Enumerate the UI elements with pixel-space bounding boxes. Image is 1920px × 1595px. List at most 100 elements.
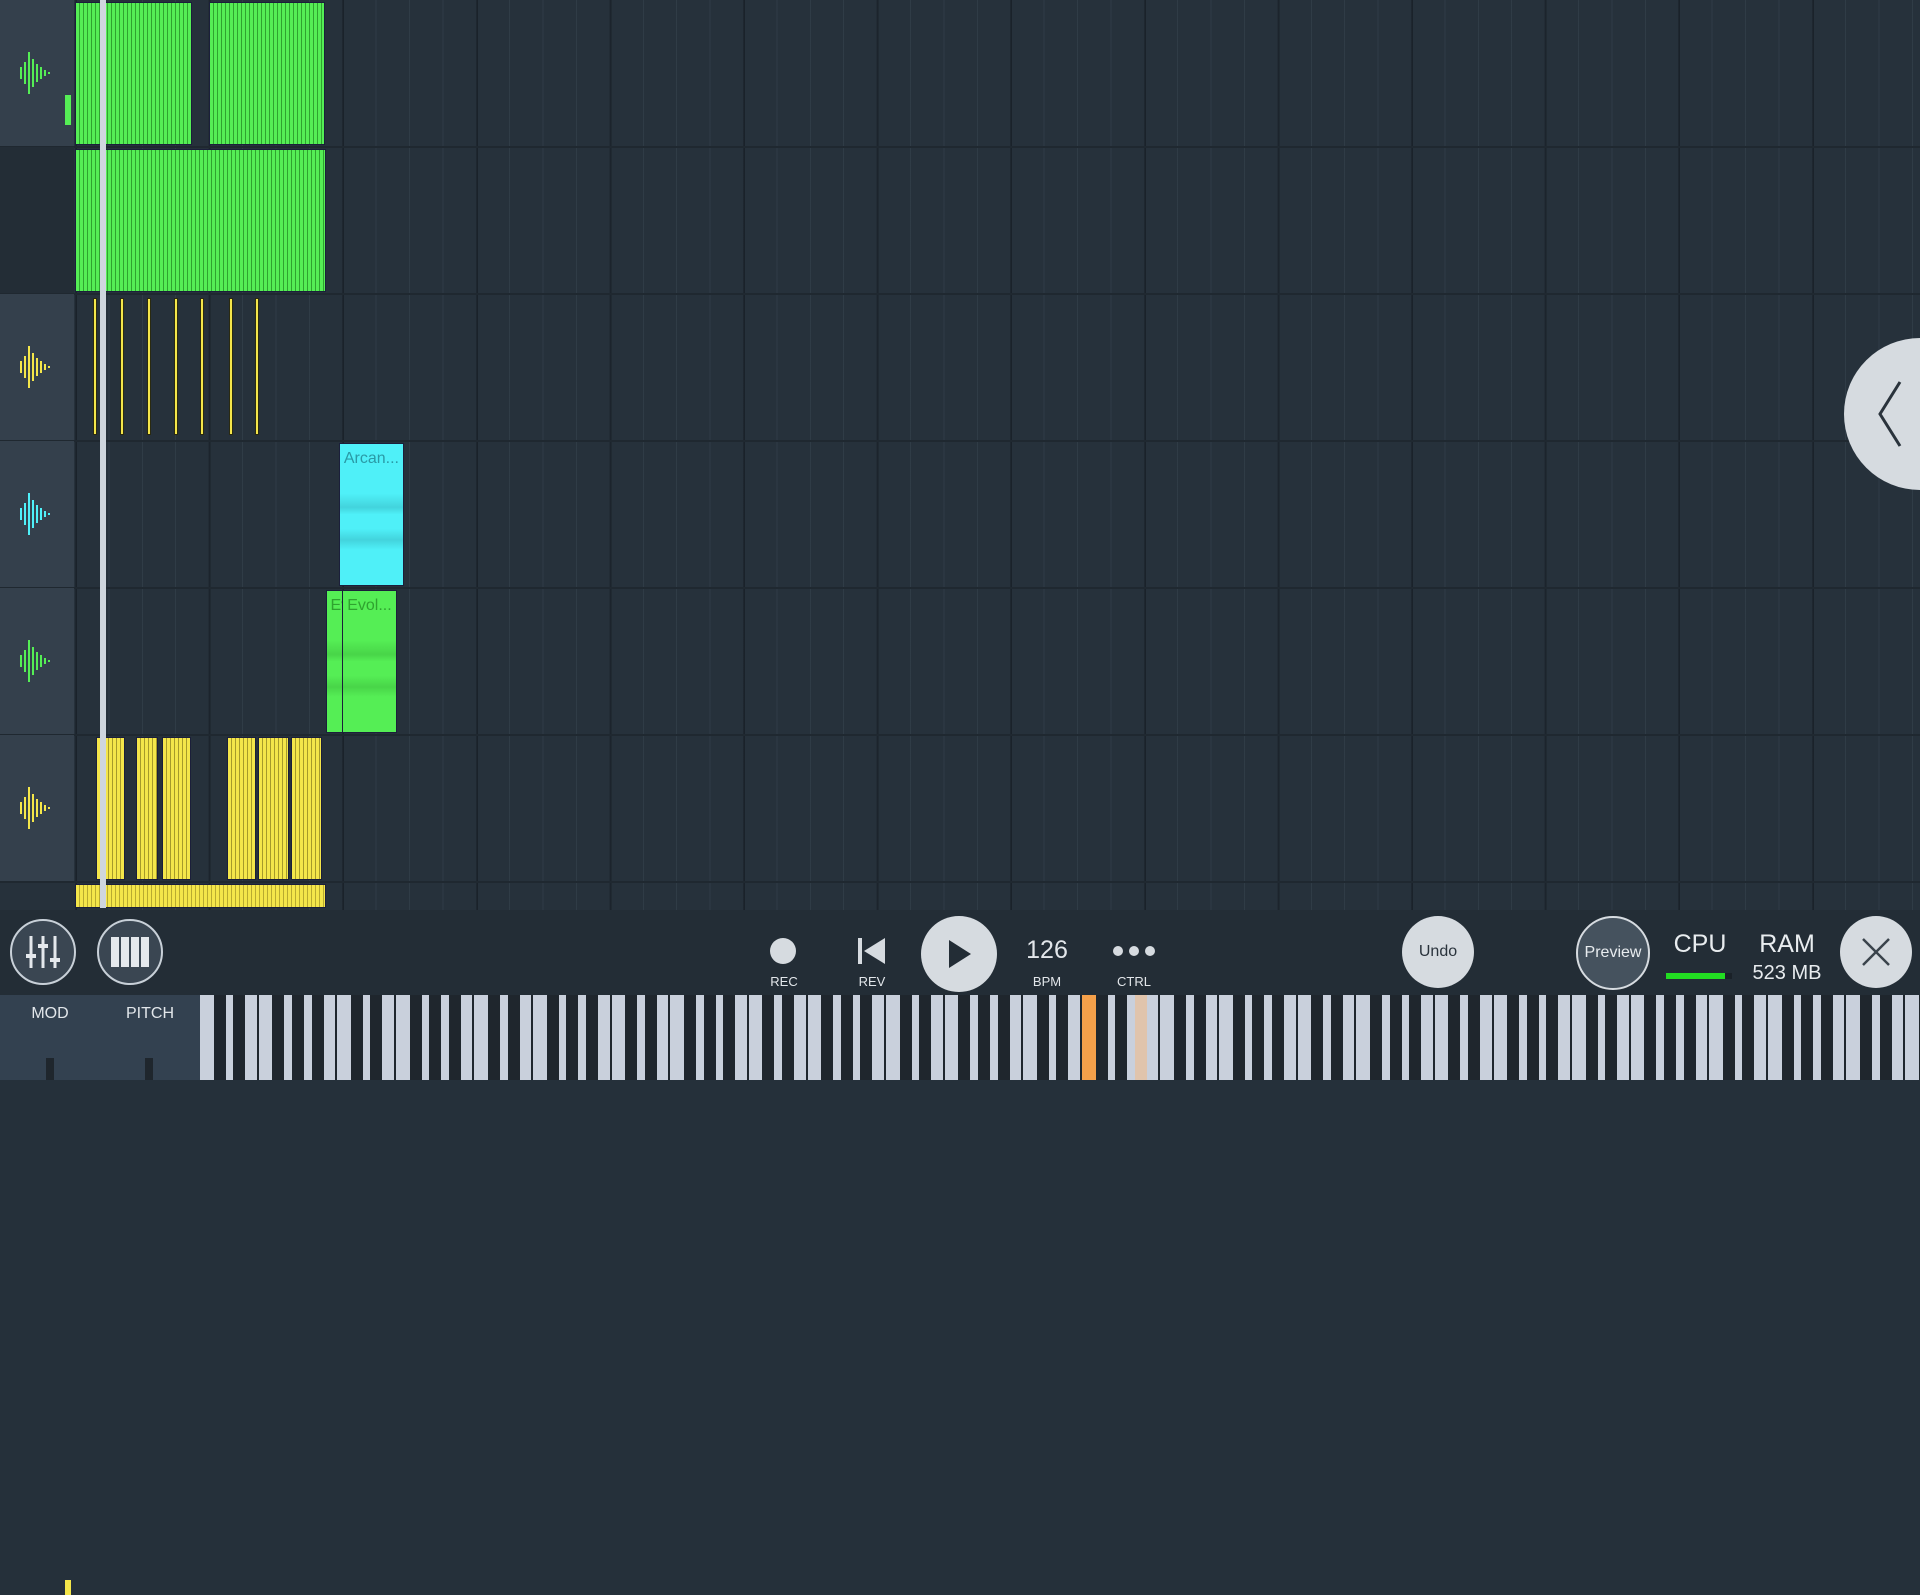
record-button[interactable] <box>770 938 796 964</box>
black-key[interactable] <box>978 995 990 1080</box>
black-key[interactable] <box>1095 995 1108 1080</box>
black-key[interactable] <box>762 995 775 1080</box>
black-key[interactable] <box>1546 995 1559 1080</box>
black-key[interactable] <box>409 995 422 1080</box>
black-key[interactable] <box>429 995 442 1080</box>
black-key[interactable] <box>1585 995 1598 1080</box>
playlist-clip[interactable] <box>291 737 323 880</box>
black-key[interactable] <box>1683 995 1696 1080</box>
black-key[interactable] <box>821 995 834 1080</box>
black-key[interactable] <box>919 995 932 1080</box>
black-key[interactable] <box>1860 995 1872 1080</box>
black-key[interactable] <box>860 995 873 1080</box>
playlist-clip[interactable] <box>208 2 326 145</box>
black-key[interactable] <box>586 995 598 1080</box>
black-key[interactable] <box>1507 995 1520 1080</box>
black-key[interactable] <box>1056 995 1069 1080</box>
track-header[interactable] <box>0 441 74 588</box>
piano-keys[interactable] <box>200 995 1920 1080</box>
white-key[interactable] <box>1905 995 1920 1080</box>
black-key[interactable] <box>1036 995 1049 1080</box>
black-key[interactable] <box>488 995 500 1080</box>
black-key[interactable] <box>997 995 1010 1080</box>
black-key[interactable] <box>1409 995 1422 1080</box>
mod-slider[interactable] <box>46 1058 54 1080</box>
black-key[interactable] <box>1232 995 1245 1080</box>
black-key[interactable] <box>1272 995 1284 1080</box>
playlist-clip[interactable] <box>75 149 326 292</box>
black-key[interactable] <box>1742 995 1755 1080</box>
playlist-hit[interactable] <box>146 298 151 435</box>
track-header[interactable] <box>0 0 74 147</box>
black-key[interactable] <box>1781 995 1794 1080</box>
black-key[interactable] <box>546 995 559 1080</box>
black-key[interactable] <box>272 995 285 1080</box>
playlist-clip[interactable] <box>258 737 289 880</box>
track-header[interactable] <box>0 147 74 294</box>
black-key[interactable] <box>703 995 716 1080</box>
playlist-clip[interactable] <box>161 737 191 880</box>
black-key[interactable] <box>233 995 246 1080</box>
black-key[interactable] <box>507 995 520 1080</box>
track-header[interactable] <box>0 588 74 735</box>
black-key[interactable] <box>958 995 971 1080</box>
black-key[interactable] <box>1252 995 1265 1080</box>
rewind-button[interactable] <box>854 934 890 968</box>
mixer-button[interactable] <box>10 919 76 985</box>
black-key[interactable] <box>213 995 226 1080</box>
black-key[interactable] <box>1664 995 1676 1080</box>
playlist-clip[interactable] <box>136 737 159 880</box>
black-key[interactable] <box>1134 995 1147 1080</box>
playlist-hit[interactable] <box>93 298 98 435</box>
playlist-clip[interactable]: Arcan... <box>338 443 404 586</box>
playlist-hit[interactable] <box>200 298 205 435</box>
undo-button[interactable]: Undo <box>1402 916 1474 988</box>
bpm-value[interactable]: 126 <box>1017 936 1077 965</box>
playlist-clip[interactable] <box>226 737 257 880</box>
play-button[interactable] <box>921 916 997 992</box>
black-key[interactable] <box>1644 995 1657 1080</box>
playlist-clip[interactable]: Evol... <box>342 590 398 733</box>
ctrl-button[interactable] <box>1110 940 1158 962</box>
black-key[interactable] <box>1115 995 1128 1080</box>
black-key[interactable] <box>1174 995 1186 1080</box>
black-key[interactable] <box>644 995 657 1080</box>
black-key[interactable] <box>1722 995 1735 1080</box>
black-key[interactable] <box>1330 995 1343 1080</box>
black-key[interactable] <box>1879 995 1892 1080</box>
black-key[interactable] <box>1801 995 1814 1080</box>
playlist-hit[interactable] <box>228 298 233 435</box>
black-key[interactable] <box>1389 995 1402 1080</box>
black-key[interactable] <box>684 995 696 1080</box>
black-key[interactable] <box>1468 995 1480 1080</box>
black-key[interactable] <box>840 995 853 1080</box>
track-header[interactable] <box>0 735 74 1595</box>
black-key[interactable] <box>1311 995 1324 1080</box>
black-key[interactable] <box>311 995 324 1080</box>
playlist-hit[interactable] <box>255 298 260 435</box>
black-key[interactable] <box>1370 995 1382 1080</box>
black-key[interactable] <box>1193 995 1206 1080</box>
playlist-hit[interactable] <box>120 298 125 435</box>
piano-roll-button[interactable] <box>97 919 163 985</box>
playhead[interactable] <box>100 0 107 908</box>
black-key[interactable] <box>1820 995 1833 1080</box>
playlist-clip[interactable] <box>75 2 192 145</box>
black-key[interactable] <box>448 995 461 1080</box>
preview-button[interactable]: Preview <box>1576 916 1650 990</box>
black-key[interactable] <box>1526 995 1539 1080</box>
track-header[interactable] <box>0 294 74 441</box>
black-key[interactable] <box>1448 995 1461 1080</box>
black-key[interactable] <box>1605 995 1618 1080</box>
black-key[interactable] <box>292 995 304 1080</box>
playlist-hit[interactable] <box>173 298 178 435</box>
close-button[interactable] <box>1840 916 1912 988</box>
pitch-slider[interactable] <box>145 1058 153 1080</box>
black-key[interactable] <box>723 995 736 1080</box>
black-key[interactable] <box>370 995 383 1080</box>
black-key[interactable] <box>899 995 912 1080</box>
black-key[interactable] <box>566 995 579 1080</box>
automation-strip[interactable] <box>75 884 326 908</box>
black-key[interactable] <box>625 995 638 1080</box>
black-key[interactable] <box>350 995 363 1080</box>
